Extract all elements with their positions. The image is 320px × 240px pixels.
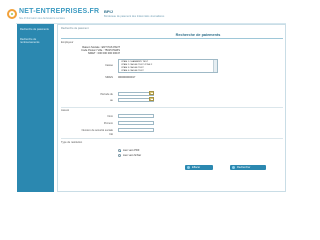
employer-siret: SIRET : 000 000 000 00047 <box>87 52 120 55</box>
main-panel: Recherche de paiement Recherche de paiem… <box>57 24 286 192</box>
title-divider <box>61 38 283 39</box>
sidebar: Recherche de paiements Recherche de remb… <box>17 24 54 192</box>
siren-label: SIREN <box>105 76 113 79</box>
assure-section-label: Assuré <box>61 109 70 112</box>
result-type-label: Type de restitution <box>61 141 83 144</box>
calendar-icon[interactable] <box>149 97 154 101</box>
net-entreprises-logo-icon <box>7 9 17 19</box>
radio-pdf-label: Lien vers PDF <box>123 149 140 152</box>
reset-button-label: Effacer <box>192 166 201 169</box>
employer-section-label: Employeur <box>61 41 74 44</box>
cle-label: Clé <box>109 133 113 136</box>
sidebar-item-recherche-remboursements[interactable]: Recherche de remboursements <box>20 38 52 44</box>
reset-button[interactable]: Effacer <box>185 165 213 170</box>
section-divider <box>61 107 283 108</box>
siren-value: 0000000000017 <box>118 76 136 79</box>
caisse-listbox[interactable]: CPAM 1 CHAMBÉRY TEST CPAM 2 CAISSE TEST … <box>118 59 218 73</box>
logo-text: NET-ENTREPRISES.FR <box>19 8 100 15</box>
list-item[interactable]: CPAM 1 CHAMBÉRY TEST <box>121 61 148 63</box>
search-icon <box>232 166 235 169</box>
radio-pdf[interactable] <box>118 149 121 152</box>
search-button[interactable]: Rechercher <box>230 165 266 170</box>
app-subtitle: Bordereau de paiement des Indemnités Jou… <box>104 15 165 18</box>
app-title: BPIJ <box>104 9 113 14</box>
nir-label: Numéro de sécurité sociale <box>81 129 113 132</box>
nir-input[interactable] <box>118 128 154 132</box>
sidebar-item-recherche-paiements[interactable]: Recherche de paiements <box>20 28 52 31</box>
radio-fichier-label: Lien vers fichier <box>123 154 142 157</box>
date-from-label: Période du <box>100 93 113 96</box>
breadcrumb: Recherche de paiement <box>61 27 89 30</box>
caisse-label: Caisse <box>105 64 113 67</box>
list-item[interactable]: CPAM 3 CAISSE TEST <box>121 67 144 69</box>
logo-subtitle: Site d'information des déclarations soci… <box>19 17 65 20</box>
page-title: Recherche de paiements <box>175 33 221 37</box>
search-button-label: Rechercher <box>237 166 251 169</box>
listbox-scrollbar[interactable] <box>213 60 217 72</box>
date-to-label: au <box>110 99 113 102</box>
nom-label: Nom <box>107 115 113 118</box>
nom-input[interactable] <box>118 114 154 118</box>
prenom-input[interactable] <box>118 121 154 125</box>
list-item[interactable]: CPAM 4 CAISSE TEST <box>121 70 144 72</box>
calendar-icon[interactable] <box>149 91 154 95</box>
radio-fichier[interactable] <box>118 154 121 157</box>
prenom-label: Prénom <box>103 122 113 125</box>
reset-icon <box>187 166 190 169</box>
list-item[interactable]: CPAM 2 CAISSE TEST ZONE 2 <box>121 64 152 66</box>
section-divider <box>61 138 283 139</box>
